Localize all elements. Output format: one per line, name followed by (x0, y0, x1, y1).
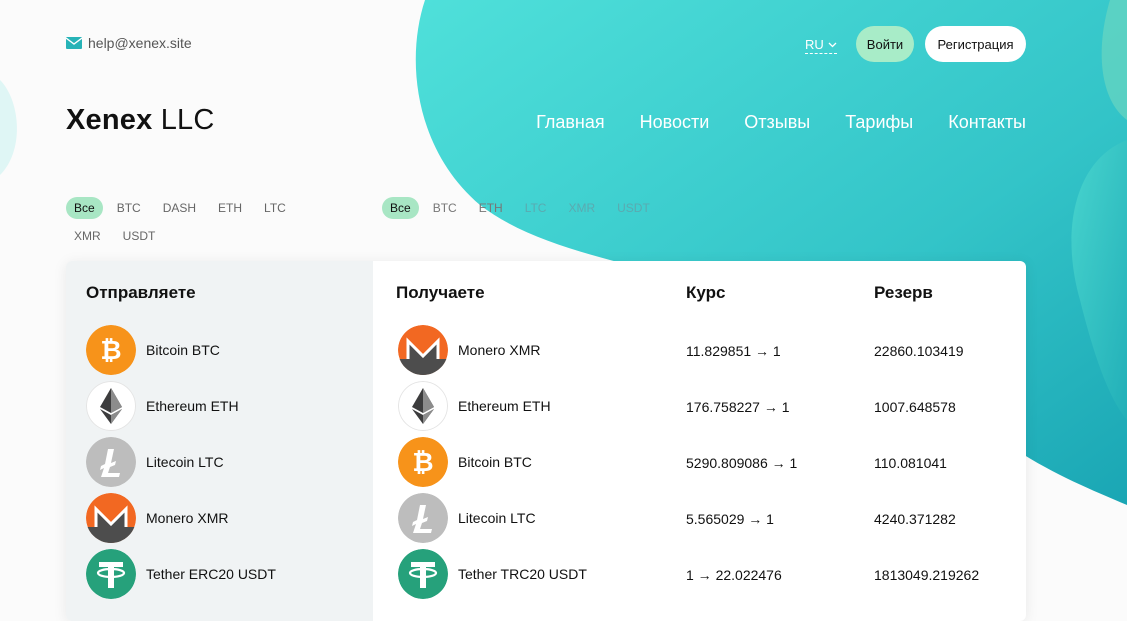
language-label: RU (805, 37, 824, 52)
receive-item-label: Ethereum ETH (458, 398, 551, 414)
send-item-label: Bitcoin BTC (146, 342, 220, 358)
logo-bold: Xenex (66, 104, 153, 136)
nav-tariffs[interactable]: Тарифы (845, 112, 913, 133)
logo-rest: LLC (152, 104, 215, 136)
receive-item-btc[interactable]: ₿ Bitcoin BTC (398, 437, 532, 487)
exchange-table: Отправляете Получаете Курс Резерв ₿ Bitc… (66, 261, 1026, 621)
contact-email[interactable]: help@xenex.site (66, 35, 192, 51)
reserve-value: 4240.371282 (874, 511, 956, 527)
litecoin-icon (86, 437, 136, 487)
send-item-usdt[interactable]: Tether ERC20 USDT (86, 549, 276, 599)
send-currency-filter: Все BTC DASH ETH LTC XMR USDT (66, 197, 336, 253)
filter-receive-btc[interactable]: BTC (425, 197, 465, 219)
rate-value: 5290.809086 → 1 (686, 455, 798, 471)
site-logo[interactable]: Xenex LLC (66, 104, 215, 137)
svg-text:₿: ₿ (100, 336, 121, 366)
nav-news[interactable]: Новости (640, 112, 710, 133)
send-item-label: Litecoin LTC (146, 454, 224, 470)
send-item-eth[interactable]: Ethereum ETH (86, 381, 239, 431)
header-reserve: Резерв (874, 283, 933, 302)
receive-item-eth[interactable]: Ethereum ETH (398, 381, 551, 431)
reserve-value: 110.081041 (874, 455, 947, 471)
rate-value: 1 → 22.022476 (686, 567, 782, 583)
reserve-value: 1007.648578 (874, 399, 956, 415)
receive-currency-filter: Все BTC ETH LTC XMR USDT (382, 197, 682, 225)
tether-icon (86, 549, 136, 599)
mail-icon (66, 37, 82, 49)
receive-item-ltc[interactable]: Litecoin LTC (398, 493, 536, 543)
filter-send-dash[interactable]: DASH (155, 197, 204, 219)
monero-icon (398, 325, 448, 375)
bitcoin-icon: ₿ (398, 437, 448, 487)
send-item-ltc[interactable]: Litecoin LTC (86, 437, 224, 487)
register-button[interactable]: Регистрация (925, 26, 1026, 62)
receive-item-label: Monero XMR (458, 342, 541, 358)
filter-send-usdt[interactable]: USDT (115, 225, 164, 247)
reserve-value: 22860.103419 (874, 343, 964, 359)
filter-send-ltc[interactable]: LTC (256, 197, 294, 219)
receive-item-xmr[interactable]: Monero XMR (398, 325, 540, 375)
rate-value: 5.565029 → 1 (686, 511, 774, 527)
send-item-btc[interactable]: ₿ Bitcoin BTC (86, 325, 220, 375)
send-item-label: Ethereum ETH (146, 398, 239, 414)
send-item-label: Monero XMR (146, 510, 229, 526)
filter-receive-xmr[interactable]: XMR (560, 197, 603, 219)
receive-item-label: Litecoin LTC (458, 510, 536, 526)
main-nav: Главная Новости Отзывы Тарифы Контакты (536, 112, 1026, 133)
email-text: help@xenex.site (88, 35, 192, 51)
filter-send-eth[interactable]: ETH (210, 197, 250, 219)
reserve-value: 1813049.219262 (874, 567, 980, 583)
send-item-xmr[interactable]: Monero XMR (86, 493, 228, 543)
receive-item-label: Bitcoin BTC (458, 454, 532, 470)
filter-receive-eth[interactable]: ETH (471, 197, 511, 219)
bitcoin-icon: ₿ (86, 325, 136, 375)
nav-home[interactable]: Главная (536, 112, 605, 133)
header-send: Отправляете (86, 283, 196, 302)
rate-value: 176.758227 → 1 (686, 399, 790, 415)
language-select[interactable]: RU (805, 37, 837, 54)
filter-send-xmr[interactable]: XMR (66, 225, 109, 247)
chevron-down-icon (828, 42, 837, 47)
rate-value: 11.829851 → 1 (686, 343, 781, 359)
ethereum-icon (86, 381, 136, 431)
nav-contacts[interactable]: Контакты (948, 112, 1026, 133)
litecoin-icon (398, 493, 448, 543)
receive-item-label: Tether TRC20 USDT (458, 566, 587, 582)
filter-send-btc[interactable]: BTC (109, 197, 149, 219)
nav-reviews[interactable]: Отзывы (744, 112, 810, 133)
filter-receive-all[interactable]: Все (382, 197, 419, 219)
monero-icon (86, 493, 136, 543)
filter-send-all[interactable]: Все (66, 197, 103, 219)
login-button[interactable]: Войти (856, 26, 914, 62)
receive-item-usdt[interactable]: Tether TRC20 USDT (398, 549, 587, 599)
header-rate: Курс (686, 283, 726, 302)
svg-text:₿: ₿ (412, 448, 433, 478)
filter-receive-usdt[interactable]: USDT (609, 197, 658, 219)
ethereum-icon (398, 381, 448, 431)
filter-receive-ltc[interactable]: LTC (517, 197, 555, 219)
header-receive: Получаете (396, 283, 485, 302)
tether-icon (398, 549, 448, 599)
send-item-label: Tether ERC20 USDT (146, 566, 276, 582)
